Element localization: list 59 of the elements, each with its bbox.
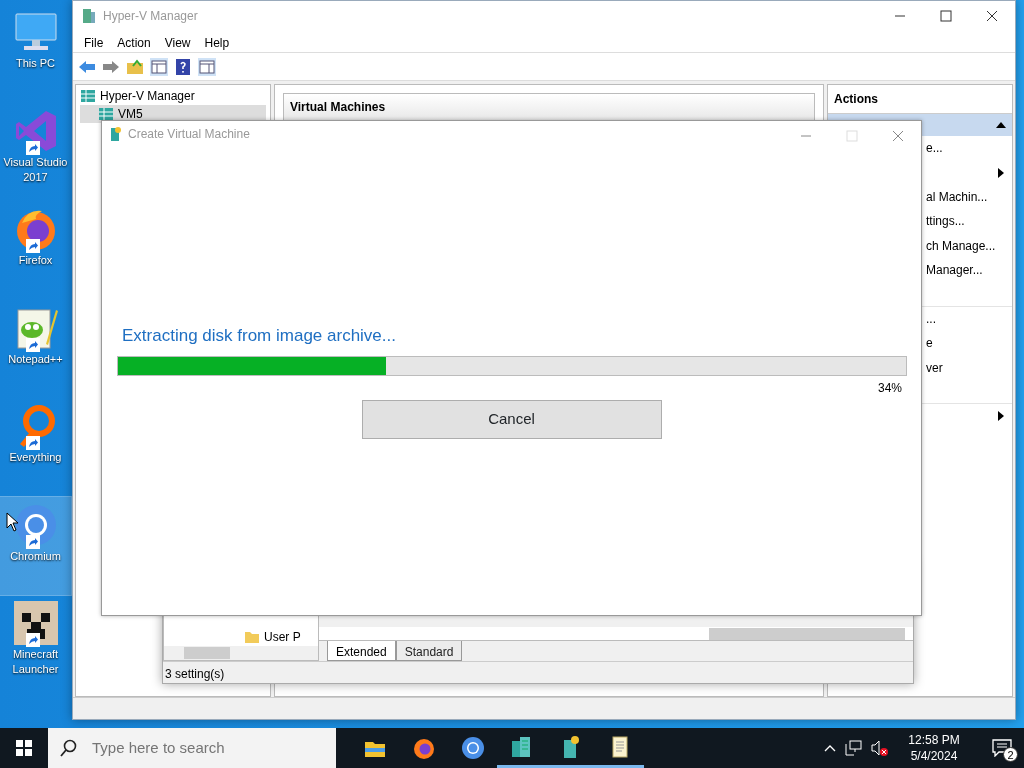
menu-item[interactable]: File	[77, 31, 111, 52]
icon-label: Everything	[9, 450, 62, 465]
window-title: Hyper-V Manager	[103, 8, 198, 25]
muted-speaker-icon[interactable]	[870, 740, 888, 756]
icon-label: Firefox	[18, 253, 53, 268]
server-gear-icon	[108, 126, 122, 142]
desktop-shortcut[interactable]: Firefox	[0, 201, 71, 300]
collapse-caret-icon	[996, 122, 1006, 128]
server-rack-icon	[81, 8, 97, 24]
server-grid-icon	[80, 88, 96, 104]
creeper-face-icon	[11, 599, 60, 647]
pane-toggle-icon[interactable]	[149, 56, 169, 77]
fox-globe-icon	[411, 736, 436, 760]
column-header: Virtual Machines	[283, 93, 815, 121]
status-text: 3 setting(s)	[163, 661, 913, 683]
search-input[interactable]: Type here to search	[90, 735, 310, 761]
folder-icon	[244, 630, 260, 644]
menu-item[interactable]: Action	[110, 31, 158, 52]
dialog-title: Create Virtual Machine	[128, 126, 250, 143]
tab[interactable]: Standard	[395, 641, 463, 661]
desktop-shortcut[interactable]: Everything	[0, 398, 71, 497]
tree-item[interactable]: User P	[264, 628, 301, 646]
icon-label: Minecraft Launcher	[11, 647, 60, 677]
action-pane-icon[interactable]	[197, 56, 217, 77]
desktop-shortcut[interactable]: Notepad++	[0, 299, 71, 398]
icon-label: This PC	[15, 56, 56, 71]
status-message: Extracting disk from image archive...	[122, 325, 397, 347]
menu-item[interactable]: Help	[197, 31, 237, 52]
clock[interactable]: 12:58 PM 5/4/2024	[896, 732, 972, 764]
tab[interactable]: Extended	[327, 641, 396, 661]
menu-item[interactable]: View	[157, 31, 198, 52]
desktop-shortcut[interactable]: Minecraft Launcher	[0, 595, 71, 694]
icon-label: Visual Studio 2017	[2, 154, 69, 185]
icon-label: Notepad++	[8, 351, 63, 367]
submenu-arrow-icon	[998, 411, 1004, 422]
date-text: 5/4/2024	[909, 748, 959, 764]
cancel-button[interactable]: Cancel	[361, 399, 662, 439]
progress-percent: 34%	[876, 379, 903, 397]
search-icon	[60, 739, 78, 757]
notification-icon[interactable]	[992, 739, 1012, 757]
mouse-cursor-icon	[6, 512, 18, 532]
search-bar[interactable]: Type here to search	[48, 728, 336, 768]
desktop-shortcut[interactable]: Visual Studio 2017	[0, 102, 71, 201]
icon-label: Chromium	[10, 548, 61, 564]
tree-item[interactable]: Hyper-V Manager	[80, 87, 266, 105]
tree-item[interactable]: VM5	[80, 105, 266, 123]
notification-count: 2	[1003, 747, 1018, 762]
help-icon[interactable]	[173, 56, 193, 77]
desktop-shortcut[interactable]: This PC	[0, 4, 71, 103]
horizontal-scrollbar[interactable]	[164, 646, 318, 660]
chevron-up-icon[interactable]	[824, 744, 836, 752]
shortcut-arrow-icon	[25, 140, 40, 155]
submenu-arrow-icon	[998, 167, 1004, 178]
horizontal-scrollbar[interactable]	[319, 627, 913, 641]
chromium-icon	[460, 736, 485, 760]
shortcut-arrow-icon	[25, 436, 40, 450]
network-icon[interactable]	[844, 740, 862, 756]
shortcut-arrow-icon	[25, 239, 40, 253]
time-text: 12:58 PM	[907, 732, 961, 748]
